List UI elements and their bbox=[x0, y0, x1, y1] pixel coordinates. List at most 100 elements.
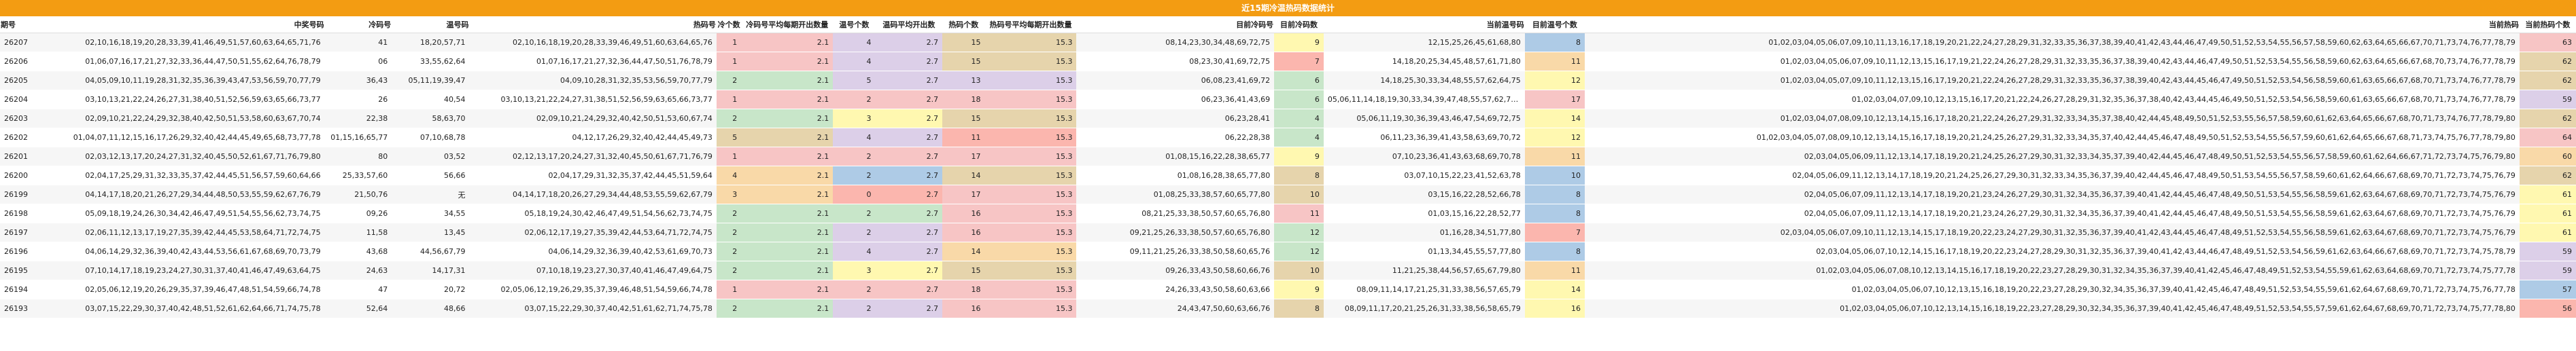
warm-avg-cell: 2.7 bbox=[875, 90, 943, 109]
cold-avg-cell: 2.1 bbox=[741, 109, 834, 128]
hot-numbers-cell: 03,07,15,22,29,30,37,40,42,51,61,62,71,7… bbox=[469, 299, 717, 318]
hot-count-cell: 17 bbox=[942, 185, 985, 204]
cold-count-cell: 1 bbox=[716, 90, 742, 109]
current-hot-cell: 01,02,03,04,05,06,07,10,12,13,14,15,16,1… bbox=[1585, 299, 2520, 318]
current-cold-cell: 06,22,28,38 bbox=[1076, 128, 1275, 147]
period-cell: 26196 bbox=[0, 242, 43, 261]
warm-avg-cell: 2.7 bbox=[875, 109, 943, 128]
cold-numbers-cell: 06 bbox=[324, 52, 392, 71]
current-warm-cell: 01,03,15,16,22,28,52,77 bbox=[1323, 204, 1525, 223]
col-header-warm-avg: 温码平均开出数 bbox=[875, 16, 943, 33]
cold-count-cell: 2 bbox=[716, 242, 742, 261]
current-cold-cell: 01,08,15,16,22,28,38,65,77 bbox=[1076, 147, 1275, 166]
hot-count-cell: 18 bbox=[942, 280, 985, 299]
current-cold-cell: 08,14,23,30,34,48,69,72,75 bbox=[1076, 33, 1275, 52]
hot-avg-cell: 15.3 bbox=[984, 185, 1077, 204]
current-cold-count-cell: 8 bbox=[1274, 166, 1324, 185]
period-cell: 26202 bbox=[0, 128, 43, 147]
cold-count-cell: 4 bbox=[716, 166, 742, 185]
cold-avg-cell: 2.1 bbox=[741, 90, 834, 109]
hot-avg-cell: 15.3 bbox=[984, 280, 1077, 299]
winning-numbers-cell: 02,10,16,18,19,20,28,33,39,41,46,49,51,5… bbox=[42, 33, 325, 52]
current-warm-count-cell: 17 bbox=[1524, 90, 1585, 109]
winning-numbers-cell: 02,09,10,21,22,24,29,32,38,40,42,50,51,5… bbox=[42, 109, 325, 128]
cold-numbers-cell: 21,50,76 bbox=[324, 185, 392, 204]
hot-count-cell: 16 bbox=[942, 204, 985, 223]
hot-numbers-cell: 03,10,13,21,22,24,27,31,38,51,52,56,59,6… bbox=[469, 90, 717, 109]
current-warm-count-cell: 11 bbox=[1524, 147, 1585, 166]
period-cell: 26199 bbox=[0, 185, 43, 204]
current-warm-cell: 01,16,28,34,51,77,80 bbox=[1323, 223, 1525, 242]
warm-numbers-cell: 56,66 bbox=[392, 166, 470, 185]
cold-avg-cell: 2.1 bbox=[741, 33, 834, 52]
hot-numbers-cell: 04,09,10,28,31,32,35,53,56,59,70,77,79 bbox=[469, 71, 717, 90]
col-header-cold: 冷码号 bbox=[324, 16, 392, 33]
current-warm-cell: 05,06,11,14,18,19,30,33,34,39,47,48,55,5… bbox=[1323, 90, 1525, 109]
warm-count-cell: 4 bbox=[833, 242, 876, 261]
winning-numbers-cell: 03,10,13,21,22,24,26,27,31,38,40,51,52,5… bbox=[42, 90, 325, 109]
current-warm-count-cell: 12 bbox=[1524, 128, 1585, 147]
current-hot-cell: 02,03,04,05,06,07,09,10,11,12,13,14,15,1… bbox=[1585, 223, 2520, 242]
cold-count-cell: 2 bbox=[716, 204, 742, 223]
col-header-hot-count: 热码个数 bbox=[942, 16, 985, 33]
current-warm-cell: 08,09,11,14,17,21,25,31,33,38,56,57,65,7… bbox=[1323, 280, 1525, 299]
period-cell: 26204 bbox=[0, 90, 43, 109]
col-header-cold-avg: 冷码号平均每期开出数量 bbox=[741, 16, 834, 33]
warm-avg-cell: 2.7 bbox=[875, 147, 943, 166]
current-cold-cell: 06,08,23,41,69,72 bbox=[1076, 71, 1275, 90]
current-warm-count-cell: 8 bbox=[1524, 185, 1585, 204]
col-header-cold-count: 冷个数 bbox=[716, 16, 742, 33]
table-row: 26207 02,10,16,18,19,20,28,33,39,41,46,4… bbox=[0, 33, 2576, 52]
current-hot-count-cell: 61 bbox=[2519, 185, 2576, 204]
current-cold-cell: 09,21,25,26,33,38,50,57,60,65,76,80 bbox=[1076, 223, 1275, 242]
current-hot-cell: 01,02,03,04,05,06,07,09,10,11,12,13,15,1… bbox=[1585, 52, 2520, 71]
current-warm-cell: 05,06,11,19,30,36,39,43,46,47,54,69,72,7… bbox=[1323, 109, 1525, 128]
warm-numbers-cell: 33,55,62,64 bbox=[392, 52, 470, 71]
current-warm-count-cell: 14 bbox=[1524, 109, 1585, 128]
period-cell: 26203 bbox=[0, 109, 43, 128]
current-hot-count-cell: 59 bbox=[2519, 90, 2576, 109]
cold-count-cell: 3 bbox=[716, 185, 742, 204]
hot-count-cell: 14 bbox=[942, 242, 985, 261]
warm-numbers-cell: 07,10,68,78 bbox=[392, 128, 470, 147]
col-header-warm: 温号码 bbox=[392, 16, 470, 33]
current-hot-count-cell: 64 bbox=[2519, 128, 2576, 147]
hot-numbers-cell: 02,10,16,18,19,20,28,33,39,46,49,51,60,6… bbox=[469, 33, 717, 52]
hot-avg-cell: 15.3 bbox=[984, 71, 1077, 90]
table-row: 26193 03,07,15,22,29,30,37,40,42,48,51,5… bbox=[0, 299, 2576, 318]
current-warm-cell: 03,15,16,22,28,52,66,78 bbox=[1323, 185, 1525, 204]
warm-count-cell: 2 bbox=[833, 147, 876, 166]
hot-numbers-cell: 04,06,14,29,32,36,39,40,42,53,61,69,70,7… bbox=[469, 242, 717, 261]
current-cold-cell: 06,23,28,41 bbox=[1076, 109, 1275, 128]
period-cell: 26197 bbox=[0, 223, 43, 242]
warm-count-cell: 4 bbox=[833, 128, 876, 147]
warm-numbers-cell: 05,11,19,39,47 bbox=[392, 71, 470, 90]
cold-numbers-cell: 22,38 bbox=[324, 109, 392, 128]
current-hot-cell: 01,02,03,04,07,09,10,12,13,15,16,17,20,2… bbox=[1585, 90, 2520, 109]
period-cell: 26206 bbox=[0, 52, 43, 71]
col-header-hot-avg: 热码号平均每期开出数量 bbox=[984, 16, 1077, 33]
col-header-current-cold: 目前冷码号 bbox=[1076, 16, 1275, 33]
current-warm-cell: 14,18,25,30,33,34,48,55,57,62,64,75 bbox=[1323, 71, 1525, 90]
hot-count-cell: 11 bbox=[942, 128, 985, 147]
current-warm-count-cell: 11 bbox=[1524, 261, 1585, 280]
current-hot-cell: 01,02,03,04,05,06,07,09,10,11,13,16,17,1… bbox=[1585, 33, 2520, 52]
cold-numbers-cell: 43,68 bbox=[324, 242, 392, 261]
current-warm-cell: 14,18,20,25,34,45,48,57,61,71,80 bbox=[1323, 52, 1525, 71]
current-cold-cell: 08,21,25,33,38,50,57,60,65,76,80 bbox=[1076, 204, 1275, 223]
table-row: 26197 02,06,11,12,13,17,19,27,35,39,42,4… bbox=[0, 223, 2576, 242]
current-warm-cell: 01,13,34,45,55,57,77,80 bbox=[1323, 242, 1525, 261]
hot-numbers-cell: 02,06,12,17,19,27,35,39,42,44,53,64,71,7… bbox=[469, 223, 717, 242]
hot-count-cell: 15 bbox=[942, 33, 985, 52]
period-cell: 26205 bbox=[0, 71, 43, 90]
cold-avg-cell: 2.1 bbox=[741, 52, 834, 71]
cold-numbers-cell: 09,26 bbox=[324, 204, 392, 223]
current-cold-cell: 24,26,33,43,50,58,60,63,66 bbox=[1076, 280, 1275, 299]
hot-count-cell: 13 bbox=[942, 71, 985, 90]
hot-avg-cell: 15.3 bbox=[984, 299, 1077, 318]
warm-numbers-cell: 58,63,70 bbox=[392, 109, 470, 128]
cold-numbers-cell: 26 bbox=[324, 90, 392, 109]
col-header-warm-count: 温号个数 bbox=[833, 16, 876, 33]
current-cold-count-cell: 11 bbox=[1274, 204, 1324, 223]
warm-avg-cell: 2.7 bbox=[875, 242, 943, 261]
